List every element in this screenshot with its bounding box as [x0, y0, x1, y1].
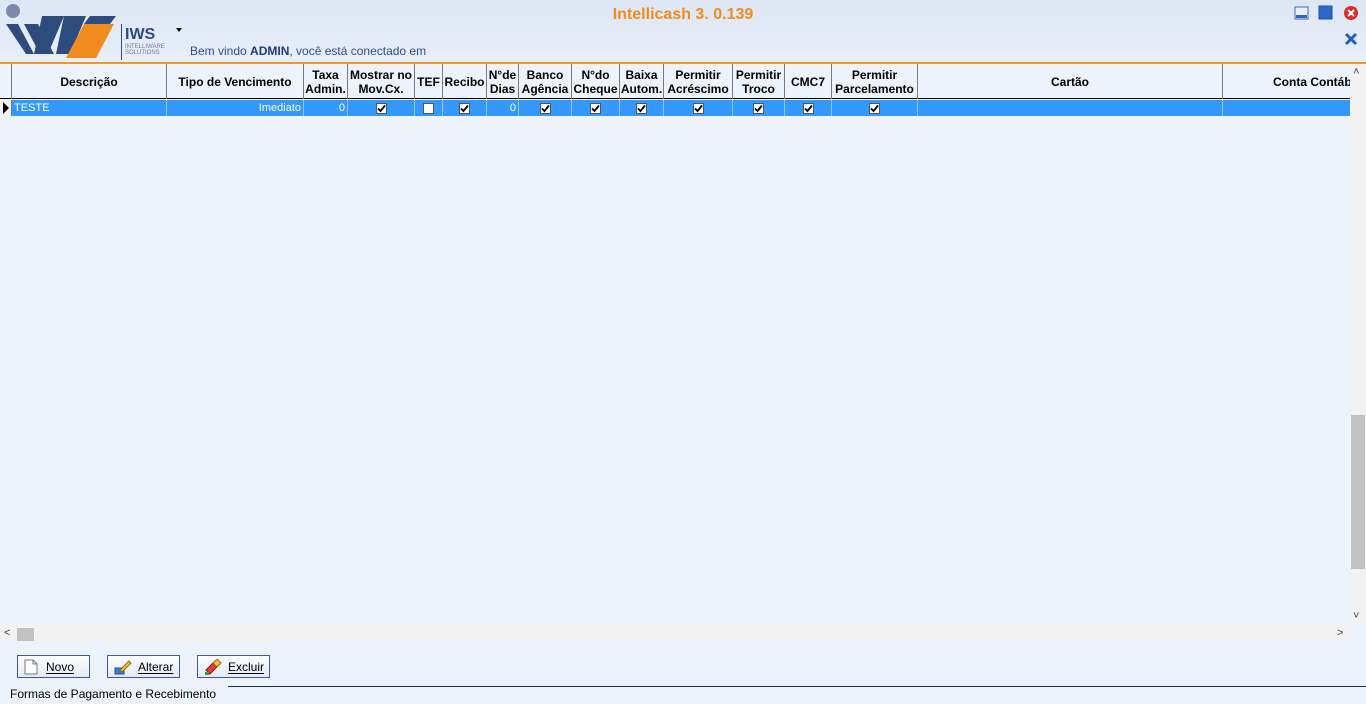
column-header[interactable]: Permitir Acréscimo — [664, 64, 733, 99]
cell-conta-contab[interactable] — [1223, 100, 1350, 116]
cell-banco-agencia[interactable] — [519, 100, 572, 116]
column-header[interactable]: Descrição — [12, 64, 167, 99]
checkbox[interactable] — [539, 102, 551, 114]
horizontal-scroll-thumb[interactable] — [17, 628, 34, 641]
edit-pencil-icon — [114, 659, 132, 674]
payment-methods-grid[interactable]: Descrição Tipo de Vencimento Taxa Admin.… — [0, 64, 1350, 626]
horizontal-scrollbar[interactable] — [0, 626, 1350, 642]
column-header[interactable]: Banco Agência — [519, 64, 572, 99]
checkbox[interactable] — [802, 102, 814, 114]
column-header[interactable]: N°de Dias — [487, 64, 519, 99]
checkbox[interactable] — [692, 102, 704, 114]
scroll-left-icon[interactable]: < — [4, 627, 10, 639]
cell-mostrar-mov-cx[interactable] — [348, 100, 415, 116]
novo-button[interactable]: Novo — [17, 655, 90, 678]
cell-permitir-troco[interactable] — [733, 100, 785, 116]
row-indicator-header — [0, 64, 12, 99]
cell-permitir-parcelamento[interactable] — [832, 100, 918, 116]
cell-tef[interactable] — [415, 100, 443, 116]
cell-n-cheque[interactable] — [572, 100, 620, 116]
excluir-button-label: Excluir — [228, 659, 265, 674]
cell-descricao[interactable]: TESTE — [12, 100, 167, 116]
cell-recibo[interactable] — [443, 100, 487, 116]
scroll-down-icon[interactable]: ˅ — [1353, 610, 1359, 622]
scroll-up-icon[interactable]: ˄ — [1353, 66, 1359, 78]
column-header[interactable]: Baixa Autom. — [620, 64, 664, 99]
new-document-icon — [24, 659, 38, 674]
cell-permitir-acrescimo[interactable] — [664, 100, 733, 116]
column-header[interactable]: TEF — [415, 64, 443, 99]
logo-subtitle: INTELLIWARE SOLUTIONS — [125, 44, 165, 56]
column-header[interactable]: Mostrar no Mov.Cx. — [348, 64, 415, 99]
cell-n-dias[interactable]: 0 — [487, 100, 519, 116]
cell-baixa-autom[interactable] — [620, 100, 664, 116]
checkbox[interactable] — [375, 102, 387, 114]
novo-button-label: Novo — [46, 659, 75, 674]
title-bar: IWS INTELLIWARE SOLUTIONS Intellicash 3.… — [0, 0, 1366, 64]
menu-dropdown-icon[interactable] — [176, 28, 182, 32]
welcome-prefix: Bem vindo — [190, 44, 251, 58]
cell-cartao[interactable] — [918, 100, 1223, 116]
table-row[interactable]: TESTE Imediato 0 0 — [0, 100, 1350, 116]
excluir-button[interactable]: Excluir — [197, 655, 270, 678]
welcome-suffix: , você está conectado em — [289, 44, 427, 58]
checkbox[interactable] — [753, 102, 764, 114]
logo-text: IWS — [125, 26, 156, 43]
column-header[interactable]: Conta Contáb — [1223, 64, 1350, 99]
app-title: Intellicash 3. 0.139 — [612, 6, 754, 23]
close-form-icon[interactable] — [1343, 31, 1359, 47]
checkbox[interactable] — [459, 102, 470, 114]
cell-cmc7[interactable] — [785, 100, 832, 116]
column-header[interactable]: Recibo — [443, 64, 487, 99]
close-window-icon[interactable] — [1343, 5, 1359, 21]
alterar-button[interactable]: Alterar — [107, 655, 180, 678]
row-pointer-icon — [0, 100, 12, 116]
vertical-scroll-thumb[interactable] — [1351, 415, 1365, 569]
cell-taxa-admin[interactable]: 0 — [304, 100, 348, 116]
column-header[interactable]: Permitir Troco — [733, 64, 785, 99]
grid-header: Descrição Tipo de Vencimento Taxa Admin.… — [0, 64, 1350, 99]
column-header[interactable]: Tipo de Vencimento — [167, 64, 304, 99]
column-header[interactable]: Taxa Admin. — [304, 64, 348, 99]
maximize-icon[interactable] — [1318, 5, 1334, 21]
column-header[interactable]: N°do Cheque — [572, 64, 620, 99]
alterar-button-label: Alterar — [138, 659, 174, 674]
user-name: ADMIN — [250, 44, 290, 58]
column-header[interactable]: Permitir Parcelamento — [832, 64, 918, 99]
column-header[interactable]: Cartão — [918, 64, 1223, 99]
form-tab[interactable]: Formas de Pagamento e Recebimento — [0, 686, 229, 704]
minimize-icon[interactable] — [1294, 5, 1310, 21]
checkbox[interactable] — [590, 102, 601, 114]
welcome-message: Bem vindo ADMIN, você está conectado em — [190, 44, 426, 58]
eraser-icon — [205, 658, 222, 675]
checkbox[interactable] — [869, 102, 880, 114]
column-header[interactable]: CMC7 — [785, 64, 832, 99]
cell-tipo-vencimento[interactable]: Imediato — [167, 100, 304, 116]
checkbox[interactable] — [636, 102, 647, 114]
checkbox[interactable] — [423, 102, 434, 114]
scroll-right-icon[interactable]: > — [1337, 627, 1343, 639]
